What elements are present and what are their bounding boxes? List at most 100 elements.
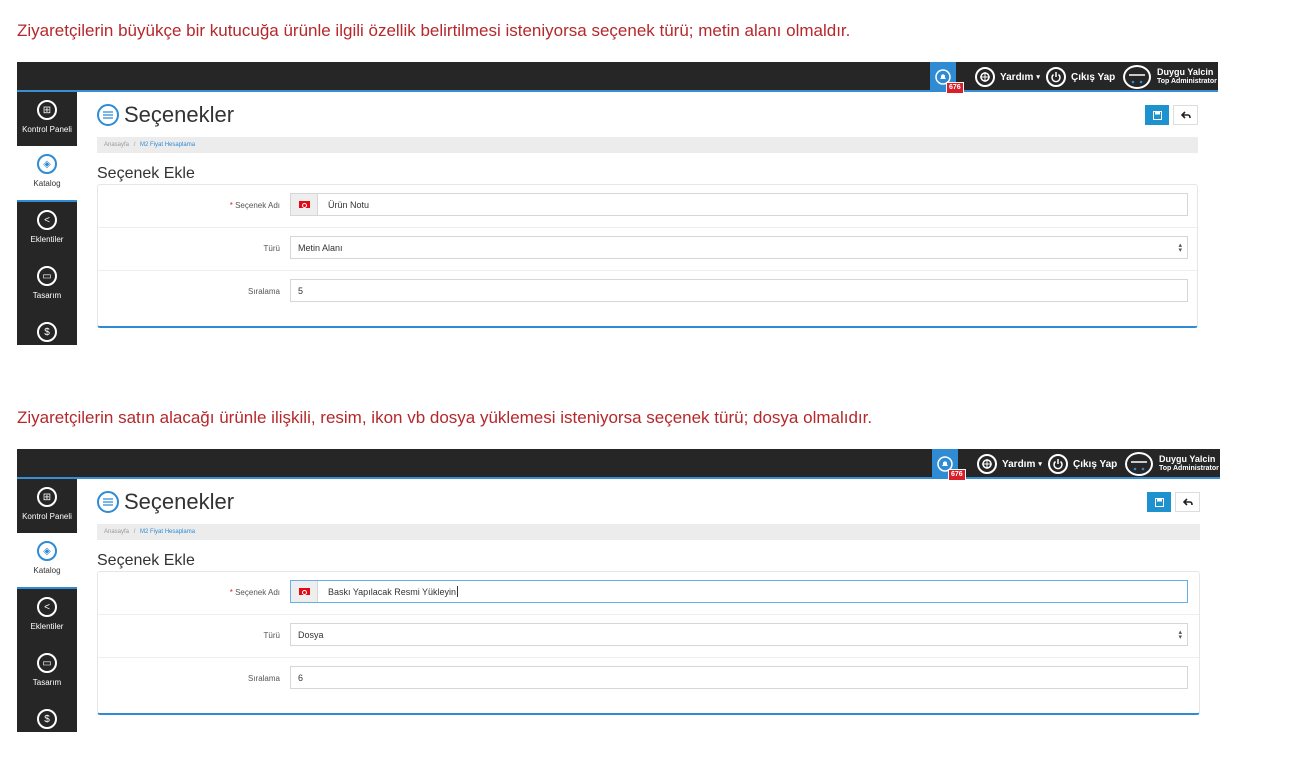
sidebar-item-catalog[interactable]: ◈ Katalog bbox=[17, 146, 77, 202]
grid-icon: ⊞ bbox=[37, 487, 57, 507]
chevron-down-icon: ▾ bbox=[1036, 74, 1040, 81]
sidebar-item-extensions[interactable]: < Eklentiler bbox=[17, 589, 77, 645]
user-menu[interactable]: Duygu Yalcin Top Administrator bbox=[1125, 449, 1219, 479]
sort-order-label: Sıralama bbox=[247, 287, 280, 296]
reply-arrow-icon bbox=[1180, 110, 1191, 119]
dollar-icon: $ bbox=[37, 322, 57, 342]
sort-order-input[interactable]: 6 bbox=[290, 666, 1188, 689]
page-title-text: Seçenekler bbox=[124, 102, 235, 127]
option-name-input[interactable]: Baskı Yapılacak Resmi Yükleyin bbox=[290, 580, 1188, 603]
logout-button[interactable]: Çıkış Yap bbox=[1046, 62, 1115, 92]
page-title: Seçenekler bbox=[97, 102, 234, 128]
form-row-order: Sıralama 5 bbox=[98, 271, 1197, 314]
caption-text: Ziyaretçilerin büyükçe bir kutucuğa ürün… bbox=[17, 21, 851, 40]
option-form: * Seçenek Adı Baskı Yapılacak Resmi Yükl… bbox=[97, 571, 1200, 715]
select-caret-icon: ▴ ▾ bbox=[1178, 629, 1182, 641]
sidebar-item-label: Katalog bbox=[33, 179, 61, 188]
breadcrumb-separator: / bbox=[133, 529, 136, 535]
breadcrumb-current[interactable]: M2 Fiyat Hesaplama bbox=[140, 142, 195, 148]
options-list-icon bbox=[97, 491, 119, 513]
form-row-name: * Seçenek Adı Baskı Yapılacak Resmi Yükl… bbox=[98, 572, 1199, 615]
sort-order-label: Sıralama bbox=[247, 674, 280, 683]
breadcrumb: Anasayfa / M2 Fiyat Hesaplama bbox=[97, 524, 1200, 540]
select-caret-icon: ▴ ▾ bbox=[1178, 242, 1182, 254]
back-button[interactable] bbox=[1175, 492, 1200, 512]
share-icon: < bbox=[37, 597, 57, 617]
option-name-label: * Seçenek Adı bbox=[229, 201, 280, 210]
form-row-type: Türü Dosya ▴ ▾ bbox=[98, 615, 1199, 658]
cart-avatar-icon bbox=[1125, 452, 1153, 476]
logout-label: Çıkış Yap bbox=[1071, 71, 1116, 83]
breadcrumb-home[interactable]: Anasayfa bbox=[104, 529, 129, 535]
back-button[interactable] bbox=[1173, 105, 1198, 125]
option-name-value: Ürün Notu bbox=[328, 199, 370, 210]
user-name: Duygu Yalcin bbox=[1157, 67, 1214, 77]
sort-order-input[interactable]: 5 bbox=[290, 279, 1188, 302]
sidebar-item-design[interactable]: ▭ Tasarım bbox=[17, 258, 77, 314]
option-type-label: Türü bbox=[263, 631, 280, 640]
top-bar: 676 Yardım ▾ Çıkış Yap Duygu Yalcin Top … bbox=[17, 62, 1218, 94]
user-role: Top Administrator bbox=[1159, 465, 1219, 472]
option-name-label: * Seçenek Adı bbox=[229, 588, 280, 597]
sidebar-item-label: Katalog bbox=[33, 566, 61, 575]
lifebuoy-icon bbox=[975, 67, 995, 87]
user-name: Duygu Yalcin bbox=[1159, 454, 1216, 464]
breadcrumb-home[interactable]: Anasayfa bbox=[104, 142, 129, 148]
sort-order-value: 6 bbox=[298, 672, 304, 683]
option-name-input[interactable]: Ürün Notu bbox=[290, 193, 1188, 216]
sidebar-item-label: Tasarım bbox=[32, 678, 62, 687]
option-type-select[interactable]: Dosya ▴ ▾ bbox=[290, 623, 1188, 646]
save-button[interactable] bbox=[1145, 105, 1169, 125]
notifications-button[interactable]: 676 bbox=[930, 62, 964, 94]
notification-badge: 676 bbox=[948, 469, 966, 481]
sidebar-item-design[interactable]: ▭ Tasarım bbox=[17, 645, 77, 701]
logout-button[interactable]: Çıkış Yap bbox=[1048, 449, 1117, 479]
grid-icon: ⊞ bbox=[37, 100, 57, 120]
top-bar: 676 Yardım ▾ Çıkış Yap Duygu Yalcin Top … bbox=[17, 449, 1220, 481]
breadcrumb-current[interactable]: M2 Fiyat Hesaplama bbox=[140, 529, 195, 535]
option-type-value: Dosya bbox=[298, 629, 324, 640]
sidebar-item-dashboard[interactable]: ⊞ Kontrol Paneli bbox=[17, 479, 77, 535]
chevron-down-icon: ▾ bbox=[1038, 461, 1042, 468]
admin-screenshot: 676 Yardım ▾ Çıkış Yap Duygu Yalcin Top … bbox=[17, 62, 1218, 345]
sidebar-item-catalog[interactable]: ◈ Katalog bbox=[17, 533, 77, 589]
box-icon: ◈ bbox=[37, 541, 57, 561]
cart-avatar-icon bbox=[1123, 65, 1151, 89]
floppy-disk-icon bbox=[1154, 497, 1164, 507]
page-title: Seçenekler bbox=[97, 489, 234, 515]
user-menu[interactable]: Duygu Yalcin Top Administrator bbox=[1123, 62, 1217, 92]
help-menu[interactable]: Yardım ▾ bbox=[975, 62, 1040, 92]
breadcrumb: Anasayfa / M2 Fiyat Hesaplama bbox=[97, 137, 1198, 153]
form-row-order: Sıralama 6 bbox=[98, 658, 1199, 701]
sidebar-item-label: Tasarım bbox=[32, 291, 62, 300]
logout-label: Çıkış Yap bbox=[1073, 458, 1118, 470]
sidebar-item-label: Eklentiler bbox=[30, 235, 64, 244]
sidebar-item-sales[interactable]: $ bbox=[17, 314, 77, 345]
sidebar-item-label: Kontrol Paneli bbox=[22, 125, 72, 134]
notification-badge: 676 bbox=[946, 82, 964, 94]
sidebar-item-dashboard[interactable]: ⊞ Kontrol Paneli bbox=[17, 92, 77, 148]
sidebar-item-label: Kontrol Paneli bbox=[22, 512, 72, 521]
help-label: Yardım bbox=[1002, 458, 1036, 470]
breadcrumb-separator: / bbox=[133, 142, 136, 148]
box-icon: ◈ bbox=[37, 154, 57, 174]
form-row-name: * Seçenek Adı Ürün Notu bbox=[98, 185, 1197, 228]
language-flag-icon bbox=[291, 581, 318, 602]
sidebar: ⊞ Kontrol Paneli ◈ Katalog < Eklentiler … bbox=[17, 92, 77, 345]
option-name-value: Baskı Yapılacak Resmi Yükleyin bbox=[328, 586, 457, 597]
option-type-value: Metin Alanı bbox=[298, 242, 343, 253]
sidebar-item-label: Eklentiler bbox=[30, 622, 64, 631]
reply-arrow-icon bbox=[1182, 497, 1193, 506]
option-type-select[interactable]: Metin Alanı ▴ ▾ bbox=[290, 236, 1188, 259]
sort-order-value: 5 bbox=[298, 285, 304, 296]
options-list-icon bbox=[97, 104, 119, 126]
caption-text: Ziyaretçilerin satın alacağı ürünle iliş… bbox=[17, 408, 873, 427]
language-flag-icon bbox=[291, 194, 318, 215]
notifications-button[interactable]: 676 bbox=[932, 449, 966, 481]
option-type-label: Türü bbox=[263, 244, 280, 253]
save-button[interactable] bbox=[1147, 492, 1171, 512]
power-icon bbox=[1046, 67, 1066, 87]
sidebar-item-extensions[interactable]: < Eklentiler bbox=[17, 202, 77, 258]
sidebar-item-sales[interactable]: $ bbox=[17, 701, 77, 732]
help-menu[interactable]: Yardım ▾ bbox=[977, 449, 1042, 479]
